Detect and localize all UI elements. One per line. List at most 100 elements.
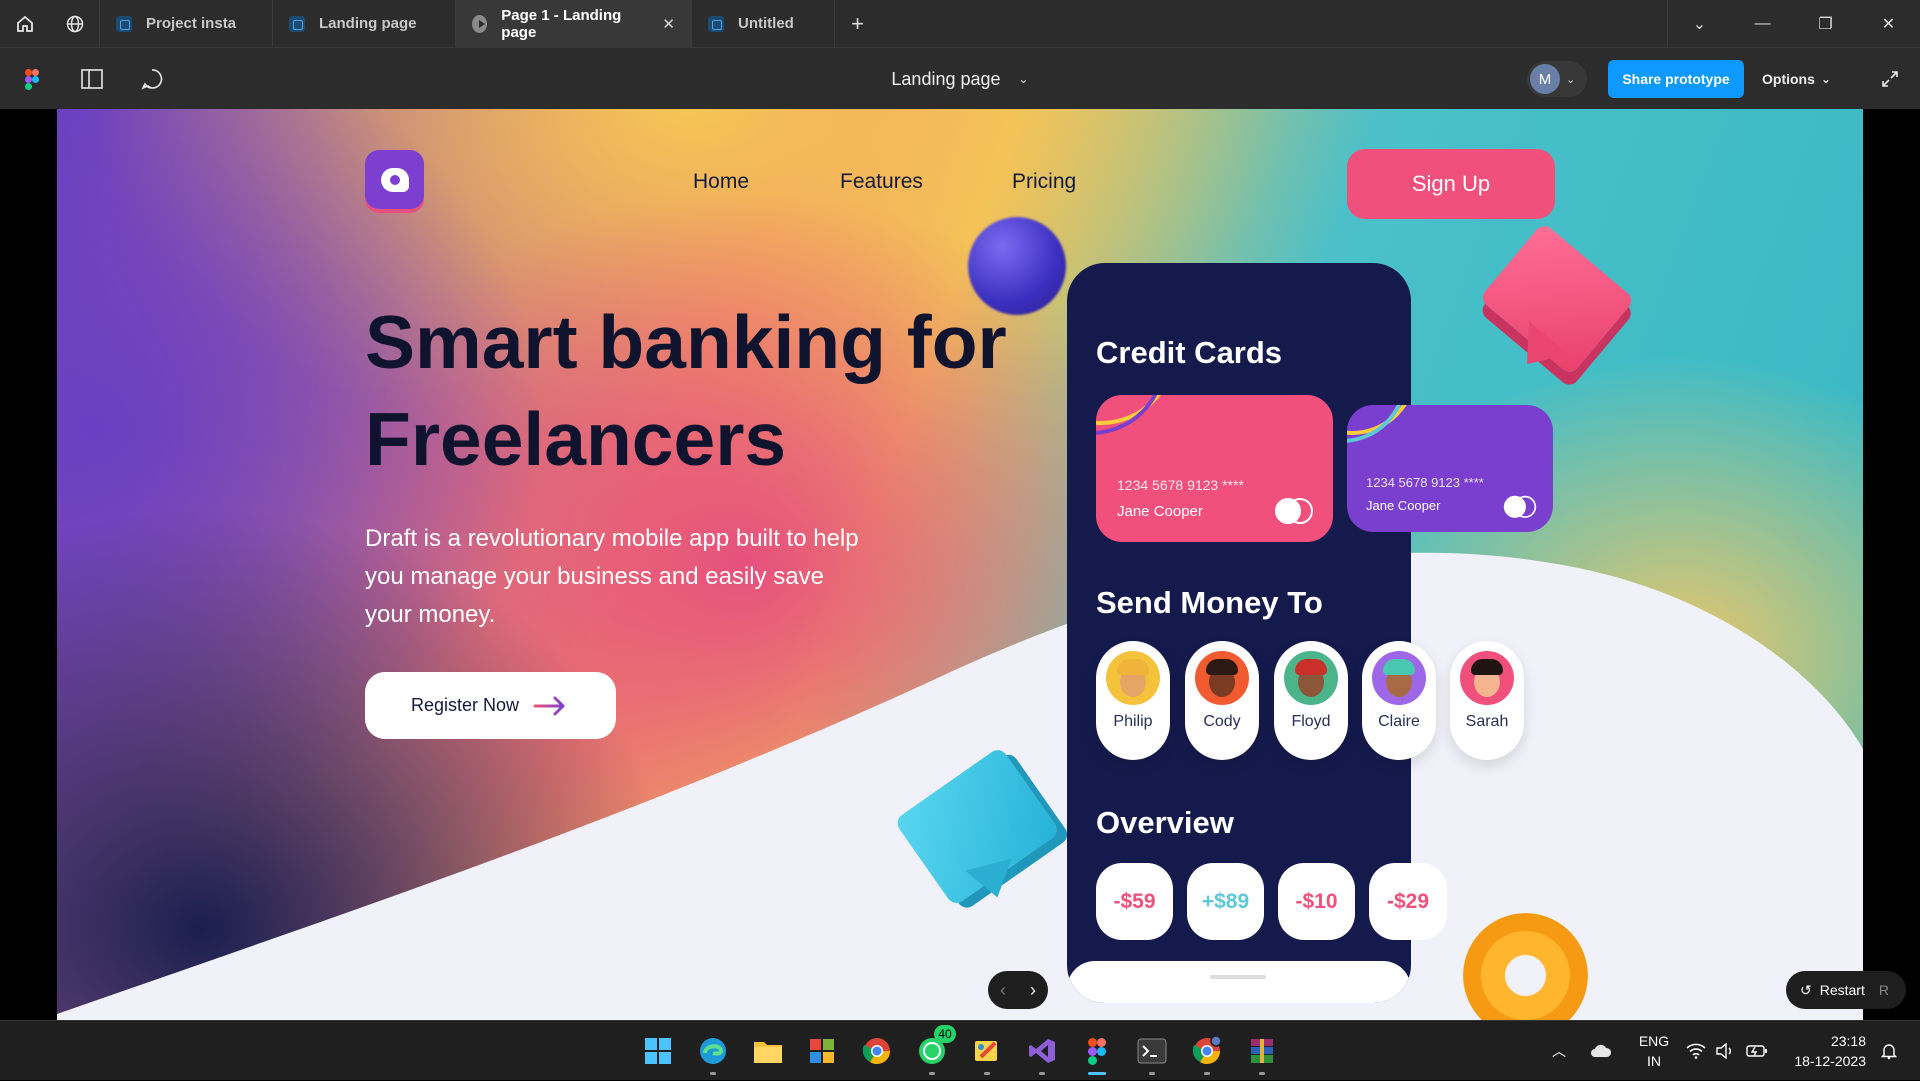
- sign-up-button[interactable]: Sign Up: [1347, 149, 1555, 219]
- figma-file-icon: [708, 15, 724, 32]
- taskbar-office[interactable]: [802, 1031, 842, 1071]
- new-tab-button[interactable]: +: [835, 0, 880, 47]
- register-now-button[interactable]: Register Now: [365, 672, 616, 739]
- previous-frame-button[interactable]: ‹: [1000, 980, 1006, 1001]
- input-language[interactable]: ENG IN: [1634, 1031, 1674, 1071]
- avatar: M: [1530, 64, 1560, 94]
- nav-home[interactable]: Home: [693, 170, 749, 194]
- tab-label: Page 1 - Landing page: [501, 6, 622, 41]
- overview-amount[interactable]: -$29: [1369, 863, 1447, 940]
- chevron-down-icon: ⌄: [1820, 72, 1831, 86]
- taskbar-file-explorer[interactable]: [748, 1031, 788, 1071]
- windows-taskbar: 40 ︿ ENG IN 23:18 18-12-2023: [0, 1020, 1920, 1080]
- terminal-icon: [1137, 1038, 1167, 1064]
- overview-amount[interactable]: -$59: [1096, 863, 1173, 940]
- notifications-button[interactable]: [1880, 1021, 1898, 1081]
- restore-button[interactable]: ❐: [1794, 0, 1857, 47]
- tab-label: Landing page: [319, 15, 417, 32]
- credit-cards-heading: Credit Cards: [1096, 335, 1283, 370]
- contact-cody[interactable]: Cody: [1185, 641, 1259, 760]
- windows-start-icon: [645, 1038, 671, 1064]
- restart-label: Restart: [1819, 982, 1865, 998]
- avatar-hair: [1295, 659, 1327, 675]
- contact-claire[interactable]: Claire: [1362, 641, 1436, 760]
- arrow-right-icon: [533, 696, 565, 715]
- tab-landing-page[interactable]: Landing page: [273, 0, 456, 47]
- show-hidden-icons[interactable]: ︿: [1552, 1021, 1566, 1081]
- minimize-button[interactable]: —: [1731, 0, 1794, 47]
- office-apps-icon: [810, 1039, 834, 1063]
- phone-home-bar: [1067, 961, 1411, 1003]
- taskbar-terminal[interactable]: [1132, 1031, 1172, 1075]
- card-decoration: [1347, 405, 1407, 443]
- draft-logo[interactable]: [365, 150, 424, 209]
- taskbar-visual-studio[interactable]: [1022, 1031, 1062, 1075]
- contact-sarah[interactable]: Sarah: [1450, 641, 1524, 760]
- battery-button[interactable]: [1746, 1021, 1768, 1081]
- contact-name: Cody: [1203, 713, 1241, 730]
- folder-icon: [754, 1042, 782, 1063]
- taskbar-edge[interactable]: [693, 1031, 733, 1075]
- next-frame-button[interactable]: ›: [1030, 980, 1036, 1001]
- options-dropdown[interactable]: Options ⌄: [1762, 60, 1831, 98]
- avatar: .c0::before{background:#e7a565}.c0::afte…: [1106, 651, 1160, 705]
- wifi-icon: [1686, 1043, 1706, 1059]
- avatar-hair: [1117, 659, 1149, 675]
- taskbar-paint-app[interactable]: [967, 1031, 1007, 1075]
- close-tab-icon[interactable]: ✕: [662, 15, 675, 33]
- contact-name: Philip: [1113, 713, 1153, 730]
- credit-card-pink[interactable]: 1234 5678 9123 **** Jane Cooper: [1096, 395, 1333, 542]
- card-number: 1234 5678 9123 ****: [1117, 477, 1244, 493]
- overview-amount[interactable]: +$89: [1187, 863, 1264, 940]
- nav-features[interactable]: Features: [840, 170, 923, 194]
- tab-label: Project insta: [146, 15, 237, 32]
- taskbar-whatsapp[interactable]: 40: [912, 1025, 956, 1075]
- tab-page-1-landing-page[interactable]: Page 1 - Landing page ✕: [456, 0, 692, 47]
- tab-label: Untitled: [738, 15, 794, 32]
- figma-file-icon: [116, 15, 132, 32]
- tab-project-insta[interactable]: Project insta: [100, 0, 273, 47]
- wifi-button[interactable]: [1686, 1021, 1706, 1081]
- play-icon: [472, 14, 488, 33]
- onedrive-button[interactable]: [1590, 1021, 1612, 1081]
- avatar-face: [1209, 667, 1235, 697]
- share-prototype-button[interactable]: Share prototype: [1608, 60, 1744, 98]
- frame-pager: ‹ ›: [988, 971, 1048, 1009]
- tab-list-button[interactable]: ⌄: [1668, 0, 1731, 47]
- tab-untitled[interactable]: Untitled: [692, 0, 835, 47]
- contact-floyd[interactable]: Floyd: [1274, 641, 1348, 760]
- user-menu[interactable]: M ⌄: [1527, 61, 1587, 97]
- avatar-face: [1298, 667, 1324, 697]
- avatar-hair: [1206, 659, 1238, 675]
- chrome-icon: [862, 1038, 891, 1065]
- taskbar-figma[interactable]: [1077, 1031, 1117, 1075]
- start-button[interactable]: [638, 1031, 678, 1071]
- chevron-down-icon: ⌄: [1018, 72, 1029, 86]
- community-button[interactable]: [50, 0, 100, 47]
- contact-name: Floyd: [1291, 713, 1331, 730]
- paint-icon: [975, 1041, 997, 1061]
- contact-philip[interactable]: .c0::before{background:#e7a565}.c0::afte…: [1096, 641, 1170, 760]
- credit-card-purple[interactable]: 1234 5678 9123 **** Jane Cooper: [1347, 405, 1553, 532]
- taskbar-archive-app[interactable]: [1242, 1031, 1282, 1075]
- notification-badge: 40: [934, 1025, 956, 1043]
- overview-amount[interactable]: -$10: [1278, 863, 1355, 940]
- running-indicator: [1039, 1072, 1045, 1075]
- card-holder: Jane Cooper: [1366, 498, 1441, 513]
- nav-pricing[interactable]: Pricing: [1012, 170, 1076, 194]
- options-label: Options: [1762, 71, 1815, 87]
- close-window-button[interactable]: ✕: [1857, 0, 1920, 47]
- volume-button[interactable]: [1716, 1021, 1734, 1081]
- taskbar-chrome-profile[interactable]: [1187, 1031, 1227, 1075]
- card-number: 1234 5678 9123 ****: [1366, 475, 1484, 490]
- running-indicator: [710, 1072, 716, 1075]
- home-button[interactable]: [0, 0, 50, 47]
- restart-button[interactable]: ↺ Restart R: [1786, 971, 1906, 1009]
- fullscreen-button[interactable]: [1868, 48, 1912, 110]
- expand-icon: [1882, 71, 1898, 87]
- taskbar-chrome[interactable]: [857, 1031, 897, 1071]
- system-clock[interactable]: 23:18 18-12-2023: [1786, 1031, 1866, 1071]
- title-bar: Project insta Landing page Page 1 - Land…: [0, 0, 1920, 47]
- chevron-down-icon: ⌄: [1692, 15, 1707, 33]
- prototype-toolbar: Landing page ⌄ M ⌄ Share prototype Optio…: [0, 47, 1920, 109]
